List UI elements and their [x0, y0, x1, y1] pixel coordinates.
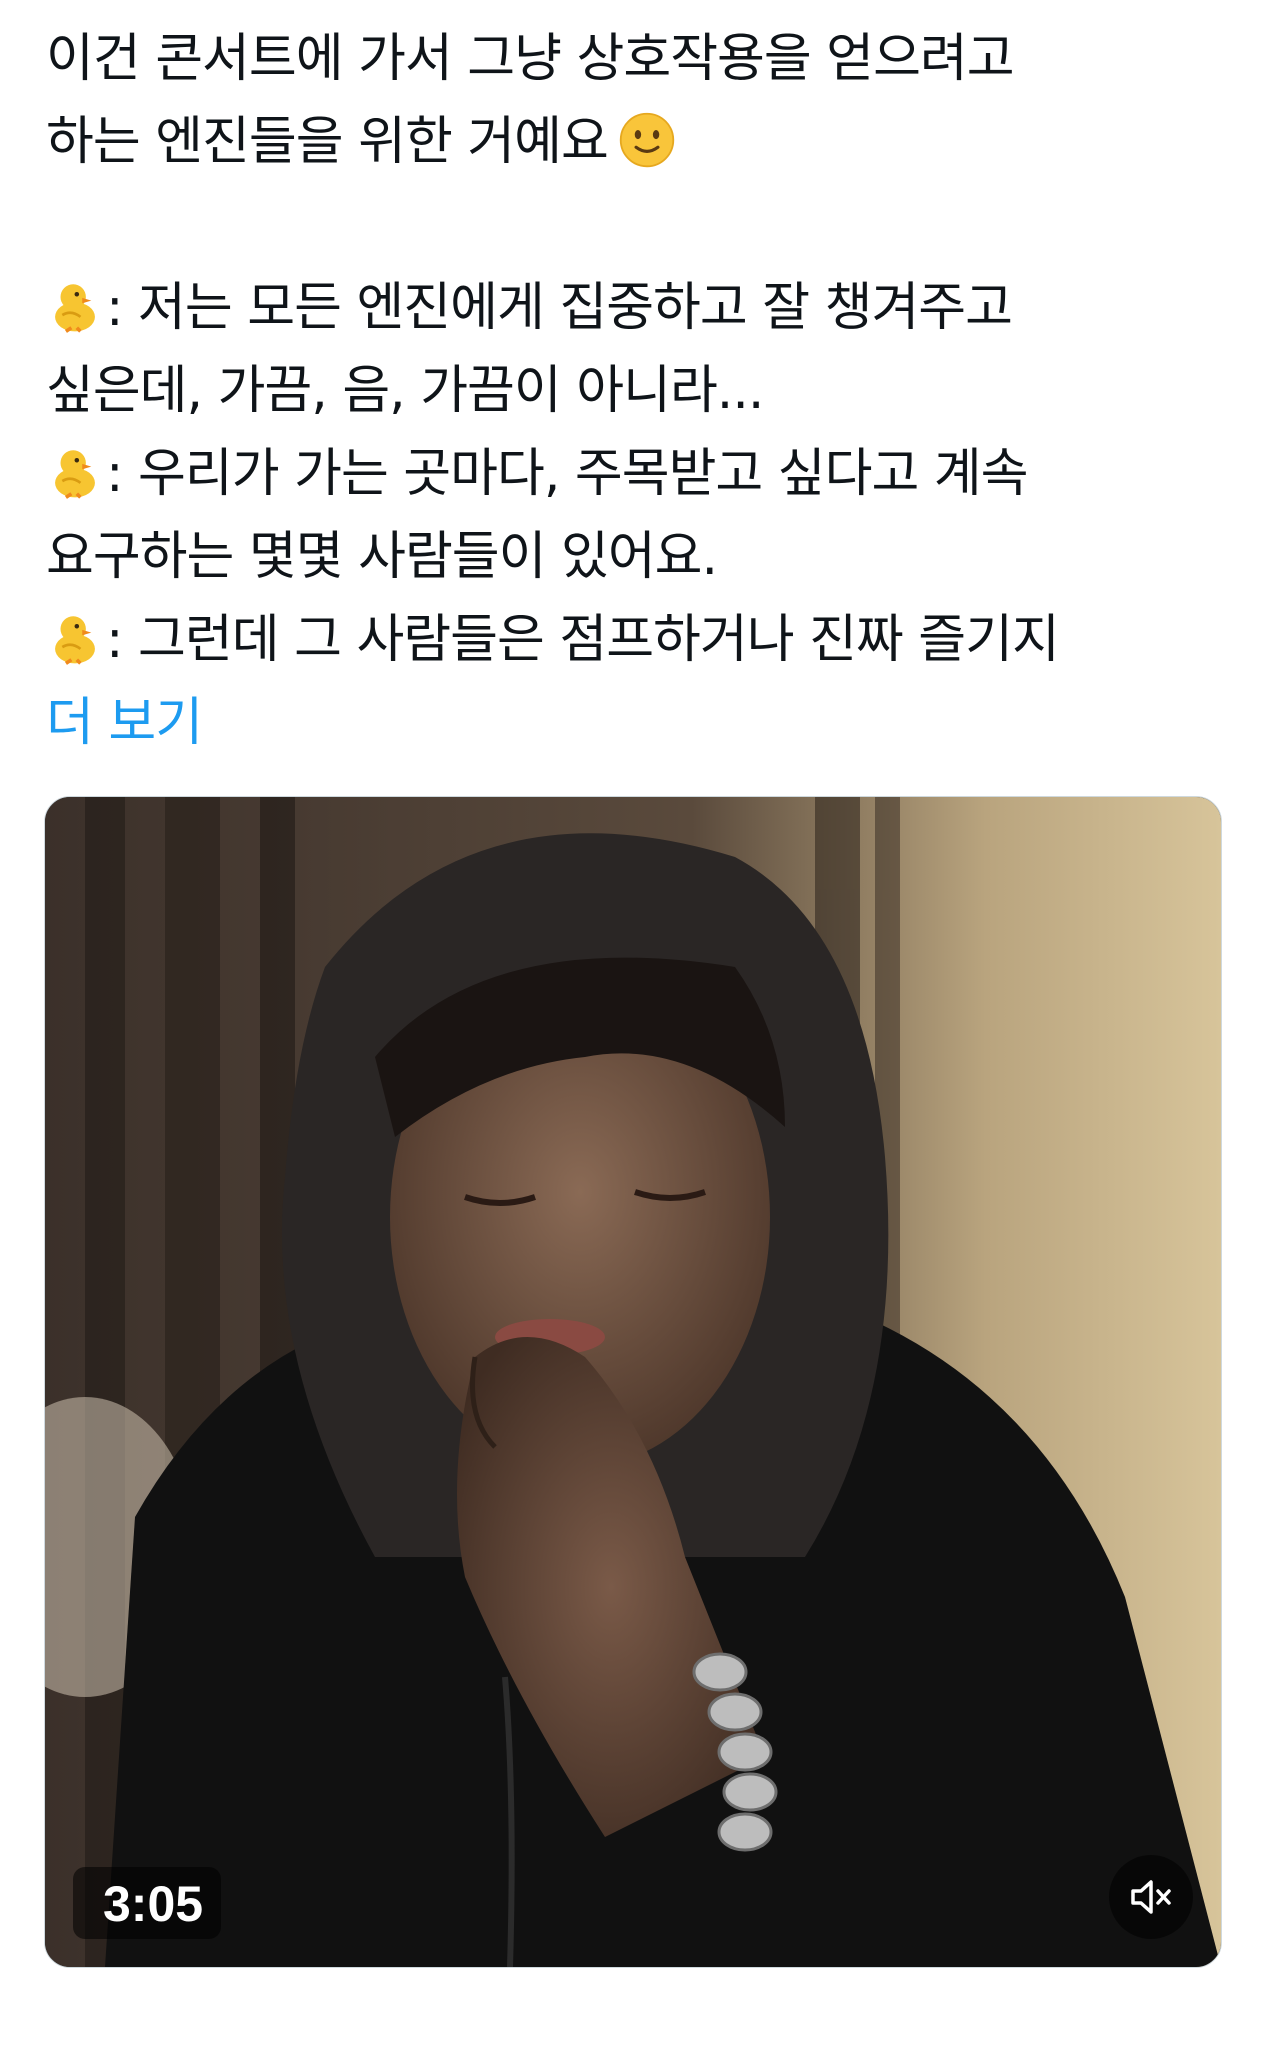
slightly-smiling-face-icon	[618, 111, 676, 169]
mute-button[interactable]	[1109, 1855, 1193, 1939]
tweet-line-text: : 그런데 그 사람들은 점프하거나 진짜 즐기지	[106, 610, 1060, 670]
tweet-line: 싶은데, 가끔, 음, 가끔이 아니라...	[46, 361, 764, 421]
tweet-text: 이건 콘서트에 가서 그냥 상호작용을 얻으려고 하는 엔진들을 위한 거예요 …	[46, 18, 1246, 765]
baby-chick-icon	[46, 443, 104, 501]
tweet-line: 이건 콘서트에 가서 그냥 상호작용을 얻으려고	[46, 29, 1015, 89]
video-frame	[45, 797, 1221, 1967]
tweet-line: : 그런데 그 사람들은 점프하거나 진짜 즐기지	[46, 599, 1246, 682]
tweet-line-text: : 저는 모든 엔진에게 집중하고 잘 챙겨주고	[106, 278, 1013, 338]
baby-chick-icon	[46, 277, 104, 335]
video-duration: 3:05	[73, 1867, 222, 1939]
video-player[interactable]: 3:05	[44, 796, 1222, 1968]
tweet-line: : 우리가 가는 곳마다, 주목받고 싶다고 계속	[46, 433, 1246, 516]
speaker-muted-icon	[1131, 1880, 1171, 1914]
tweet-line: 하는 엔진들을 위한 거예요	[46, 101, 1246, 184]
tweet-line: : 저는 모든 엔진에게 집중하고 잘 챙겨주고	[46, 267, 1246, 350]
tweet-line-text: 하는 엔진들을 위한 거예요	[46, 112, 609, 172]
tweet-line-text: : 우리가 가는 곳마다, 주목받고 싶다고 계속	[106, 444, 1029, 504]
baby-chick-icon	[46, 609, 104, 667]
tweet-line: 요구하는 몇몇 사람들이 있어요.	[46, 527, 718, 587]
show-more-link[interactable]: 더 보기	[46, 682, 1246, 765]
